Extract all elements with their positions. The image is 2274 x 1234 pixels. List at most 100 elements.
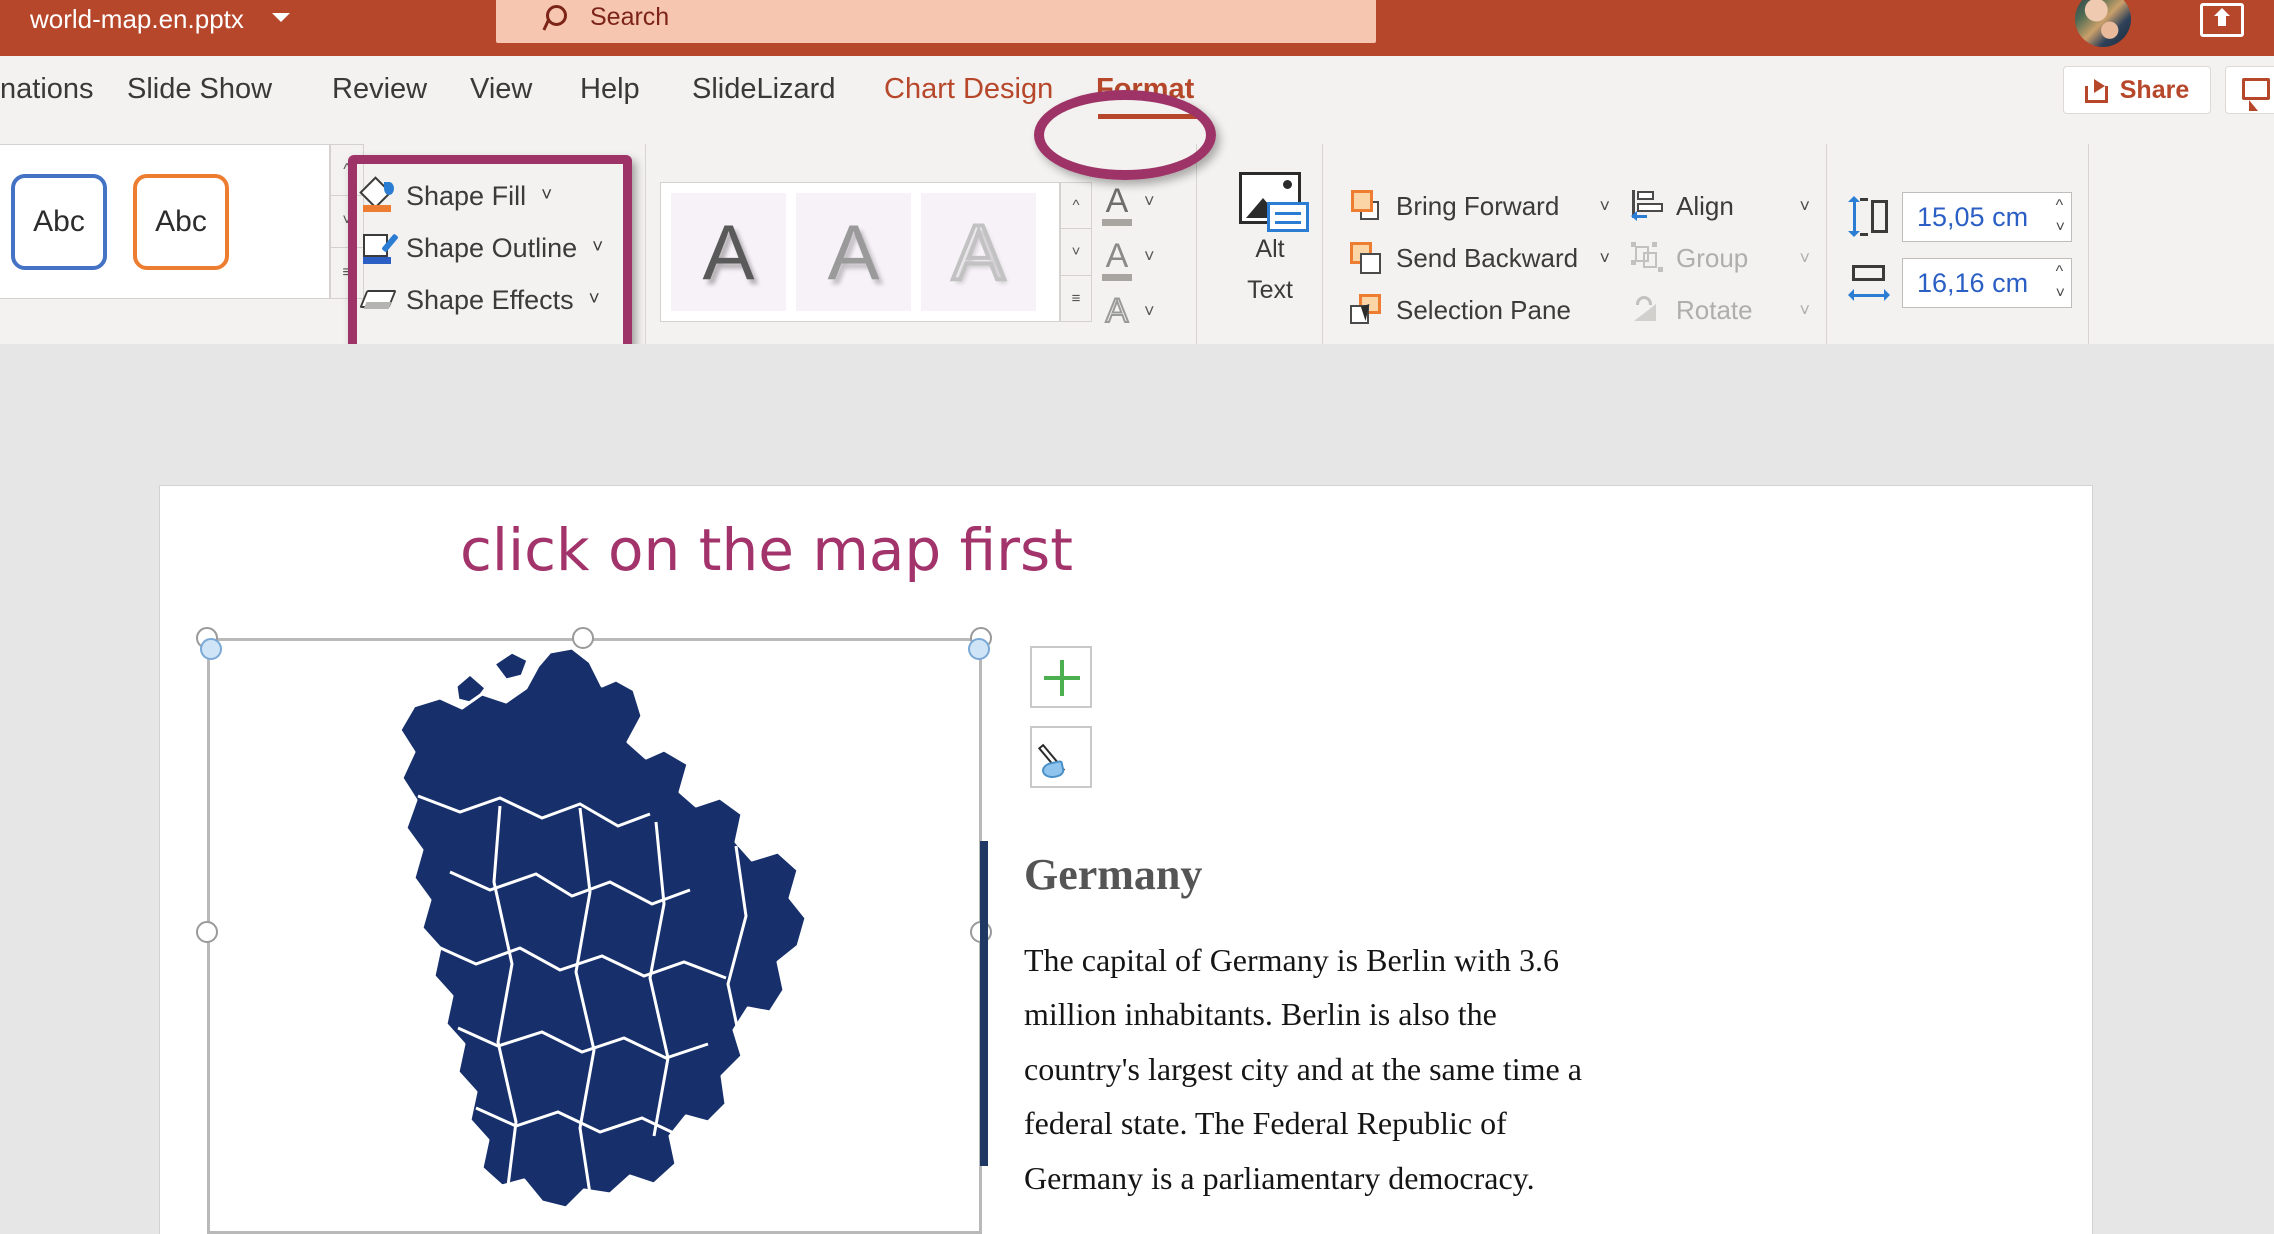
slide-canvas-area: click on the map first Germany The capit… — [0, 344, 2274, 1234]
chevron-down-icon[interactable]: ˅ — [1599, 248, 1610, 269]
tab-view[interactable]: View — [470, 58, 532, 120]
wordart-thumb-1[interactable]: A — [671, 193, 786, 311]
comments-button[interactable] — [2225, 66, 2274, 114]
rotate-icon — [1630, 294, 1664, 326]
comment-icon — [2242, 78, 2270, 111]
search-input[interactable]: Search — [590, 3, 669, 32]
chevron-down-icon[interactable]: ˅ — [1144, 191, 1155, 212]
avatar[interactable] — [2075, 0, 2131, 47]
annotation-text: click on the map first — [460, 516, 1073, 584]
width-spin-buttons[interactable]: ^ ˅ — [2056, 259, 2065, 307]
text-block-title: Germany — [1024, 850, 1203, 899]
tab-slidelizard[interactable]: SlideLizard — [692, 58, 835, 120]
text-effects-button[interactable]: A ˅ — [1100, 284, 1210, 339]
group-separator — [2088, 144, 2089, 344]
send-backward-button[interactable]: Send Backward ˅ — [1350, 232, 1610, 284]
selection-pane-button[interactable]: Selection Pane — [1350, 284, 1610, 336]
shape-height-row: 15,05 cm ^ ˅ — [1848, 192, 2072, 242]
group-button[interactable]: Group ˅ — [1630, 232, 1810, 284]
shape-width-row: 16,16 cm ^ ˅ — [1848, 258, 2072, 308]
text-effects-icon: A — [1105, 291, 1130, 331]
width-spin-up[interactable]: ^ — [2056, 264, 2065, 280]
bring-forward-label: Bring Forward — [1396, 190, 1560, 221]
share-button[interactable]: Share — [2063, 66, 2211, 114]
bring-forward-button[interactable]: Bring Forward ˅ — [1350, 180, 1610, 232]
group-icon — [1630, 242, 1664, 274]
shape-height-stepper[interactable]: 15,05 cm ^ ˅ — [1902, 192, 2072, 242]
text-accent-bar — [980, 841, 988, 1166]
width-spin-down[interactable]: ˅ — [2056, 286, 2065, 302]
tab-slide-show[interactable]: Slide Show — [127, 58, 272, 120]
plus-icon-bar — [1044, 676, 1080, 680]
group-label: Group — [1676, 242, 1749, 273]
alt-text-button[interactable]: Alt Text — [1215, 172, 1325, 342]
selection-pane-icon — [1350, 294, 1384, 326]
tab-chart-design[interactable]: Chart Design — [884, 58, 1053, 120]
wordart-more[interactable]: ≡ — [1061, 276, 1091, 321]
align-icon — [1630, 190, 1664, 222]
selection-pane-label: Selection Pane — [1396, 294, 1571, 325]
chevron-down-icon[interactable]: ˅ — [1799, 300, 1810, 321]
chart-elements-button[interactable] — [1030, 646, 1092, 708]
wordart-thumb-2[interactable]: A — [796, 193, 911, 311]
tab-review[interactable]: Review — [332, 58, 427, 120]
alt-text-label-line1: Alt — [1255, 235, 1285, 263]
height-spin-down[interactable]: ˅ — [2056, 220, 2065, 236]
chevron-down-icon[interactable]: ˅ — [1599, 196, 1610, 217]
group-separator — [645, 144, 646, 344]
wordart-side-commands: A ˅ A ˅ A ˅ — [1100, 174, 1210, 339]
search-box[interactable]: Search — [496, 0, 1376, 43]
bring-forward-icon — [1350, 190, 1384, 222]
chart-styles-button[interactable] — [1030, 726, 1092, 788]
text-fill-icon: A — [1100, 182, 1134, 226]
group-separator — [1826, 144, 1827, 344]
ribbon-top-accent — [0, 52, 2274, 56]
selection-handle-left-accent[interactable] — [200, 638, 222, 660]
selection-handle-middle-left[interactable] — [196, 921, 218, 943]
selection-handle-right-accent[interactable] — [968, 638, 990, 660]
send-backward-label: Send Backward — [1396, 242, 1579, 273]
tab-animations[interactable]: nations — [0, 58, 94, 120]
search-icon — [544, 4, 570, 30]
shape-style-thumb-3[interactable]: Abc — [133, 173, 229, 270]
format-tab-highlight — [1034, 90, 1216, 180]
chevron-down-icon[interactable]: ˅ — [1144, 301, 1155, 322]
present-in-teams-icon[interactable] — [2200, 3, 2244, 37]
shape-styles-gallery[interactable]: Abc Abc Abc — [0, 144, 330, 299]
align-button[interactable]: Align ˅ — [1630, 180, 1810, 232]
rotate-button[interactable]: Rotate ˅ — [1630, 284, 1810, 336]
chevron-down-icon[interactable] — [272, 13, 290, 22]
text-block-body: The capital of Germany is Berlin with 3.… — [1024, 942, 1582, 1196]
shape-width-value[interactable]: 16,16 cm — [1903, 268, 2028, 299]
selection-handle-top-center[interactable] — [572, 627, 594, 649]
paintbrush-tip — [1040, 759, 1066, 781]
shape-width-icon — [1848, 263, 1890, 303]
align-label: Align — [1676, 190, 1734, 221]
shape-width-stepper[interactable]: 16,16 cm ^ ˅ — [1902, 258, 2072, 308]
text-fill-button[interactable]: A ˅ — [1100, 174, 1210, 229]
rotate-label: Rotate — [1676, 294, 1753, 325]
height-spin-up[interactable]: ^ — [2056, 198, 2065, 214]
wordart-thumb-3[interactable]: A — [921, 193, 1036, 311]
text-outline-icon: A — [1100, 237, 1134, 281]
shape-style-thumb-2[interactable]: Abc — [11, 173, 107, 270]
wordart-scroll-down[interactable]: ˅ — [1061, 229, 1091, 276]
chevron-down-icon[interactable]: ˅ — [1799, 248, 1810, 269]
slide[interactable]: click on the map first Germany The capit… — [160, 486, 2092, 1234]
wordart-scroll-up[interactable]: ^ — [1061, 183, 1091, 230]
shape-height-value[interactable]: 15,05 cm — [1903, 202, 2028, 233]
height-spin-buttons[interactable]: ^ ˅ — [2056, 193, 2065, 241]
ribbon: nations Slide Show Review View Help Slid… — [0, 52, 2274, 387]
text-outline-button[interactable]: A ˅ — [1100, 229, 1210, 284]
group-separator — [1322, 144, 1323, 344]
alt-text-picture-icon — [1239, 172, 1309, 232]
chevron-down-icon[interactable]: ˅ — [1799, 196, 1810, 217]
group-separator — [1196, 144, 1197, 344]
selection-frame[interactable] — [207, 638, 982, 1234]
send-backward-icon — [1350, 242, 1384, 274]
chevron-down-icon[interactable]: ˅ — [1144, 246, 1155, 267]
wordart-gallery-scroll[interactable]: ^ ˅ ≡ — [1060, 182, 1092, 322]
wordart-styles-gallery[interactable]: A A A — [660, 182, 1060, 322]
tab-help[interactable]: Help — [580, 58, 640, 120]
alt-text-label-line2: Text — [1247, 276, 1293, 305]
